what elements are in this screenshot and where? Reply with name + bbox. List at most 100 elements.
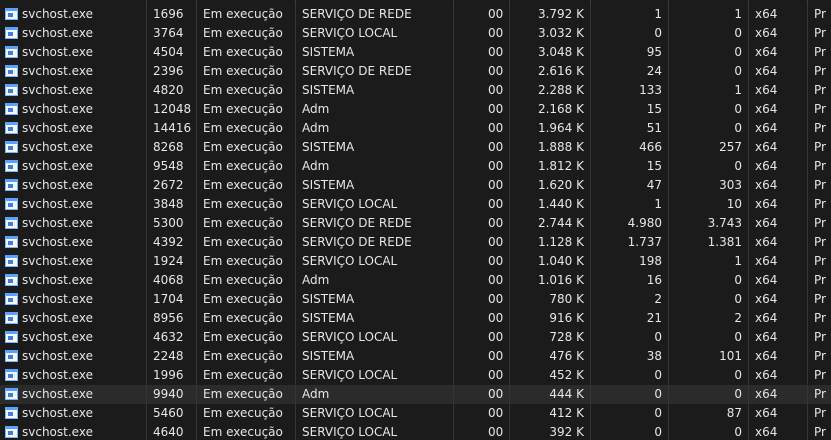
process-name: svchost.exe bbox=[0, 328, 146, 347]
process-col-a: 95 bbox=[590, 43, 668, 62]
process-cpu: 00 bbox=[453, 309, 509, 328]
table-row[interactable]: svchost.exe 12048 Em execução Adm 00 2.168 K1… bbox=[0, 100, 831, 119]
process-status: Em execução bbox=[196, 5, 295, 24]
process-col-a: 0 bbox=[590, 328, 668, 347]
process-pid: 14416 bbox=[146, 119, 196, 138]
process-name: svchost.exe bbox=[0, 233, 146, 252]
table-row[interactable]: svchost.exe 4640 Em execução SERVIÇO LOCAL 0… bbox=[0, 423, 831, 440]
process-col-a: 466 bbox=[590, 138, 668, 157]
table-row[interactable]: svchost.exe 2672 Em execução SISTEMA 00 1.620… bbox=[0, 176, 831, 195]
process-cpu: 00 bbox=[453, 252, 509, 271]
process-col-truncated: Pr bbox=[807, 309, 831, 328]
process-pid: 4640 bbox=[146, 423, 196, 440]
table-row[interactable]: svchost.exe 8956 Em execução SISTEMA 00 916 K… bbox=[0, 309, 831, 328]
process-cpu: 00 bbox=[453, 404, 509, 423]
process-status: Em execução bbox=[196, 176, 295, 195]
process-architecture: x64 bbox=[748, 43, 807, 62]
process-status: Em execução bbox=[196, 100, 295, 119]
process-col-b: 1 bbox=[668, 252, 748, 271]
process-architecture: x64 bbox=[748, 157, 807, 176]
process-memory: 3.048 K bbox=[509, 43, 590, 62]
process-architecture: x64 bbox=[748, 138, 807, 157]
process-memory: 1.620 K bbox=[509, 176, 590, 195]
process-architecture: x64 bbox=[748, 62, 807, 81]
process-pid: 1696 bbox=[146, 5, 196, 24]
table-row[interactable]: svchost.exe 1704 Em execução SISTEMA 00 780 K… bbox=[0, 290, 831, 309]
table-row[interactable]: svchost.exe 4820 Em execução SISTEMA 00 2.288… bbox=[0, 81, 831, 100]
app-window-icon bbox=[5, 274, 18, 286]
process-memory: 476 K bbox=[509, 347, 590, 366]
table-row[interactable]: svchost.exe 2248 Em execução SISTEMA 00 476 K… bbox=[0, 347, 831, 366]
process-col-truncated: Pr bbox=[807, 100, 831, 119]
app-window-icon bbox=[5, 350, 18, 362]
process-col-truncated: Pr bbox=[807, 423, 831, 440]
table-row[interactable]: svchost.exe 4504 Em execução SISTEMA 00 3.048… bbox=[0, 43, 831, 62]
process-pid: 4392 bbox=[146, 233, 196, 252]
process-architecture: x64 bbox=[748, 252, 807, 271]
app-window-icon bbox=[5, 255, 18, 267]
table-row[interactable]: svchost.exe 4632 Em execução SERVIÇO LOCAL 0… bbox=[0, 328, 831, 347]
table-row[interactable]: svchost.exe 1924 Em execução SERVIÇO LOCAL 0… bbox=[0, 252, 831, 271]
table-row[interactable]: svchost.exe 5460 Em execução SERVIÇO LOCAL 0… bbox=[0, 404, 831, 423]
process-status: Em execução bbox=[196, 328, 295, 347]
process-name: svchost.exe bbox=[0, 176, 146, 195]
process-architecture: x64 bbox=[748, 347, 807, 366]
process-col-a: 0 bbox=[590, 385, 668, 404]
process-cpu: 00 bbox=[453, 214, 509, 233]
table-row[interactable]: svchost.exe 4068 Em execução Adm 00 1.016 K 16… bbox=[0, 271, 831, 290]
process-pid: 8268 bbox=[146, 138, 196, 157]
process-cpu: 00 bbox=[453, 119, 509, 138]
app-window-icon bbox=[5, 217, 18, 229]
process-cpu: 00 bbox=[453, 366, 509, 385]
app-window-icon bbox=[5, 369, 18, 381]
process-col-b: 101 bbox=[668, 347, 748, 366]
app-window-icon bbox=[5, 46, 18, 58]
process-col-a: 15 bbox=[590, 100, 668, 119]
process-architecture: x64 bbox=[748, 24, 807, 43]
process-col-a: 16 bbox=[590, 271, 668, 290]
process-memory: 444 K bbox=[509, 385, 590, 404]
process-memory: 916 K bbox=[509, 309, 590, 328]
process-architecture: x64 bbox=[748, 271, 807, 290]
process-name-label: svchost.exe bbox=[22, 292, 93, 306]
table-row[interactable]: svchost.exe 1696 Em execução SERVIÇO DE RED… bbox=[0, 5, 831, 24]
process-memory: 1.964 K bbox=[509, 119, 590, 138]
process-name-label: svchost.exe bbox=[22, 254, 93, 268]
process-memory: 3.792 K bbox=[509, 5, 590, 24]
process-name-label: svchost.exe bbox=[22, 45, 93, 59]
table-row[interactable]: svchost.exe 3764 Em execução SERVIÇO LOCAL 0… bbox=[0, 24, 831, 43]
process-user: Adm bbox=[295, 157, 453, 176]
process-pid: 9940 bbox=[146, 385, 196, 404]
process-col-truncated: Pr bbox=[807, 385, 831, 404]
process-col-a: 1 bbox=[590, 195, 668, 214]
process-name-label: svchost.exe bbox=[22, 368, 93, 382]
process-memory: 1.016 K bbox=[509, 271, 590, 290]
process-name-label: svchost.exe bbox=[22, 102, 93, 116]
process-col-a: 0 bbox=[590, 366, 668, 385]
process-status: Em execução bbox=[196, 252, 295, 271]
table-row[interactable]: svchost.exe 1996 Em execução SERVIÇO LOCAL 0… bbox=[0, 366, 831, 385]
process-col-a: 133 bbox=[590, 81, 668, 100]
process-name: svchost.exe bbox=[0, 366, 146, 385]
process-pid: 3848 bbox=[146, 195, 196, 214]
process-cpu: 00 bbox=[453, 62, 509, 81]
table-row[interactable]: svchost.exe 14416 Em execução Adm 00 1.964 K5… bbox=[0, 119, 831, 138]
table-row[interactable]: svchost.exe 4392 Em execução SERVIÇO DE RED… bbox=[0, 233, 831, 252]
process-col-truncated: Pr bbox=[807, 5, 831, 24]
process-col-b: 0 bbox=[668, 119, 748, 138]
table-row[interactable]: svchost.exe 8268 Em execução SISTEMA 00 1.888… bbox=[0, 138, 831, 157]
process-cpu: 00 bbox=[453, 81, 509, 100]
app-window-icon bbox=[5, 27, 18, 39]
process-cpu: 00 bbox=[453, 195, 509, 214]
app-window-icon bbox=[5, 236, 18, 248]
process-memory: 2.744 K bbox=[509, 214, 590, 233]
process-name-label: svchost.exe bbox=[22, 159, 93, 173]
table-row[interactable]: svchost.exe 2396 Em execução SERVIÇO DE RED… bbox=[0, 62, 831, 81]
table-row[interactable]: svchost.exe 3848 Em execução SERVIÇO LOCAL 0… bbox=[0, 195, 831, 214]
table-row[interactable]: svchost.exe 9548 Em execução Adm 00 1.812 K 15… bbox=[0, 157, 831, 176]
process-pid: 2396 bbox=[146, 62, 196, 81]
process-user: SERVIÇO DE REDE bbox=[295, 5, 453, 24]
table-row[interactable]: svchost.exe 5300 Em execução SERVIÇO DE RED… bbox=[0, 214, 831, 233]
table-row[interactable]: svchost.exe 9940 Em execução Adm 00 444 K 0 0 x6… bbox=[0, 385, 831, 404]
process-status: Em execução bbox=[196, 43, 295, 62]
